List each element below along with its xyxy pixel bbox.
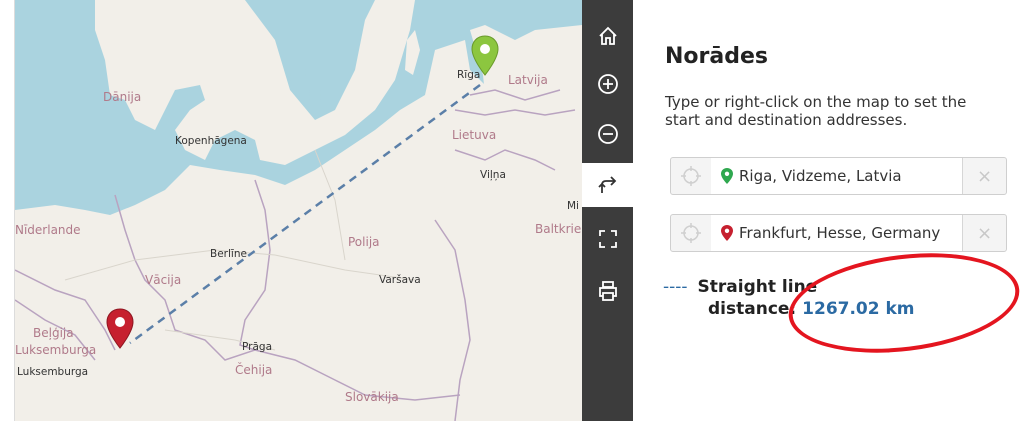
- map-view[interactable]: Dānija Latvija Lietuva Polija Vācija Čeh…: [15, 0, 582, 421]
- map-city-copenhagen: Kopenhāgena: [175, 135, 247, 147]
- crosshair-icon: [681, 223, 701, 243]
- map-city-vilnius: Viļņa: [480, 169, 506, 181]
- map-city-minsk: Mi: [567, 200, 579, 212]
- print-button[interactable]: [582, 271, 633, 311]
- distance-label-line2: distance:: [708, 299, 797, 319]
- zoom-in-icon: [597, 74, 618, 94]
- destination-address-value: Frankfurt, Hesse, Germany: [739, 224, 941, 242]
- start-address-value: Riga, Vidzeme, Latvia: [739, 167, 902, 185]
- start-locate-button[interactable]: [671, 158, 712, 194]
- print-icon: [598, 281, 617, 301]
- directions-panel: Norādes Type or right-click on the map t…: [633, 0, 1033, 421]
- home-icon: [598, 26, 617, 45]
- map-label-germany: Vācija: [145, 273, 182, 287]
- green-pin-icon: [721, 168, 733, 184]
- map-label-lithuania: Lietuva: [452, 128, 497, 142]
- red-pin-icon: [721, 225, 733, 241]
- destination-clear-button[interactable]: ×: [962, 215, 1006, 251]
- directions-button[interactable]: [582, 163, 633, 207]
- panel-description: Type or right-click on the map to set th…: [665, 93, 967, 129]
- start-address-input[interactable]: Riga, Vidzeme, Latvia: [711, 158, 962, 194]
- directions-icon: [597, 176, 616, 193]
- map-city-luxembourg: Luksemburga: [17, 366, 89, 378]
- map-label-czechia: Čehija: [235, 363, 273, 377]
- zoom-in-button[interactable]: [582, 64, 633, 104]
- end-marker[interactable]: [105, 308, 135, 352]
- map-label-belgium: Beļģija: [33, 326, 74, 340]
- map-city-warsaw: Varšava: [379, 274, 421, 286]
- start-clear-button[interactable]: ×: [962, 158, 1006, 194]
- map-label-denmark: Dānija: [103, 90, 142, 104]
- fullscreen-button[interactable]: [582, 219, 633, 259]
- map-label-latvia: Latvija: [508, 73, 548, 87]
- map-label-slovakia: Slovākija: [345, 390, 399, 404]
- crosshair-icon: [681, 166, 701, 186]
- destination-address-input[interactable]: Frankfurt, Hesse, Germany: [711, 215, 962, 251]
- map-label-poland: Polija: [348, 235, 380, 249]
- map-label-netherlands: Nīderlande: [15, 223, 81, 237]
- map-label-belarus: Baltkrie: [535, 222, 582, 236]
- map-city-prague: Prāga: [242, 341, 272, 353]
- destination-address-field: Frankfurt, Hesse, Germany ×: [670, 214, 1007, 252]
- zoom-out-button[interactable]: [582, 114, 633, 154]
- zoom-out-icon: [597, 124, 618, 144]
- map-toolbar: [582, 0, 633, 421]
- map-label-luxembourg-country: Luksemburga: [15, 343, 97, 357]
- distance-summary: ---- Straight line distance: 1267.02 km: [663, 276, 915, 319]
- start-marker[interactable]: [470, 35, 500, 79]
- destination-locate-button[interactable]: [671, 215, 712, 251]
- map-city-berlin: Berlīne: [210, 248, 247, 260]
- panel-title: Norādes: [665, 44, 768, 69]
- start-address-field: Riga, Vidzeme, Latvia ×: [670, 157, 1007, 195]
- fullscreen-icon: [598, 230, 617, 248]
- home-button[interactable]: [582, 16, 633, 56]
- line-legend-dash: ----: [663, 277, 688, 297]
